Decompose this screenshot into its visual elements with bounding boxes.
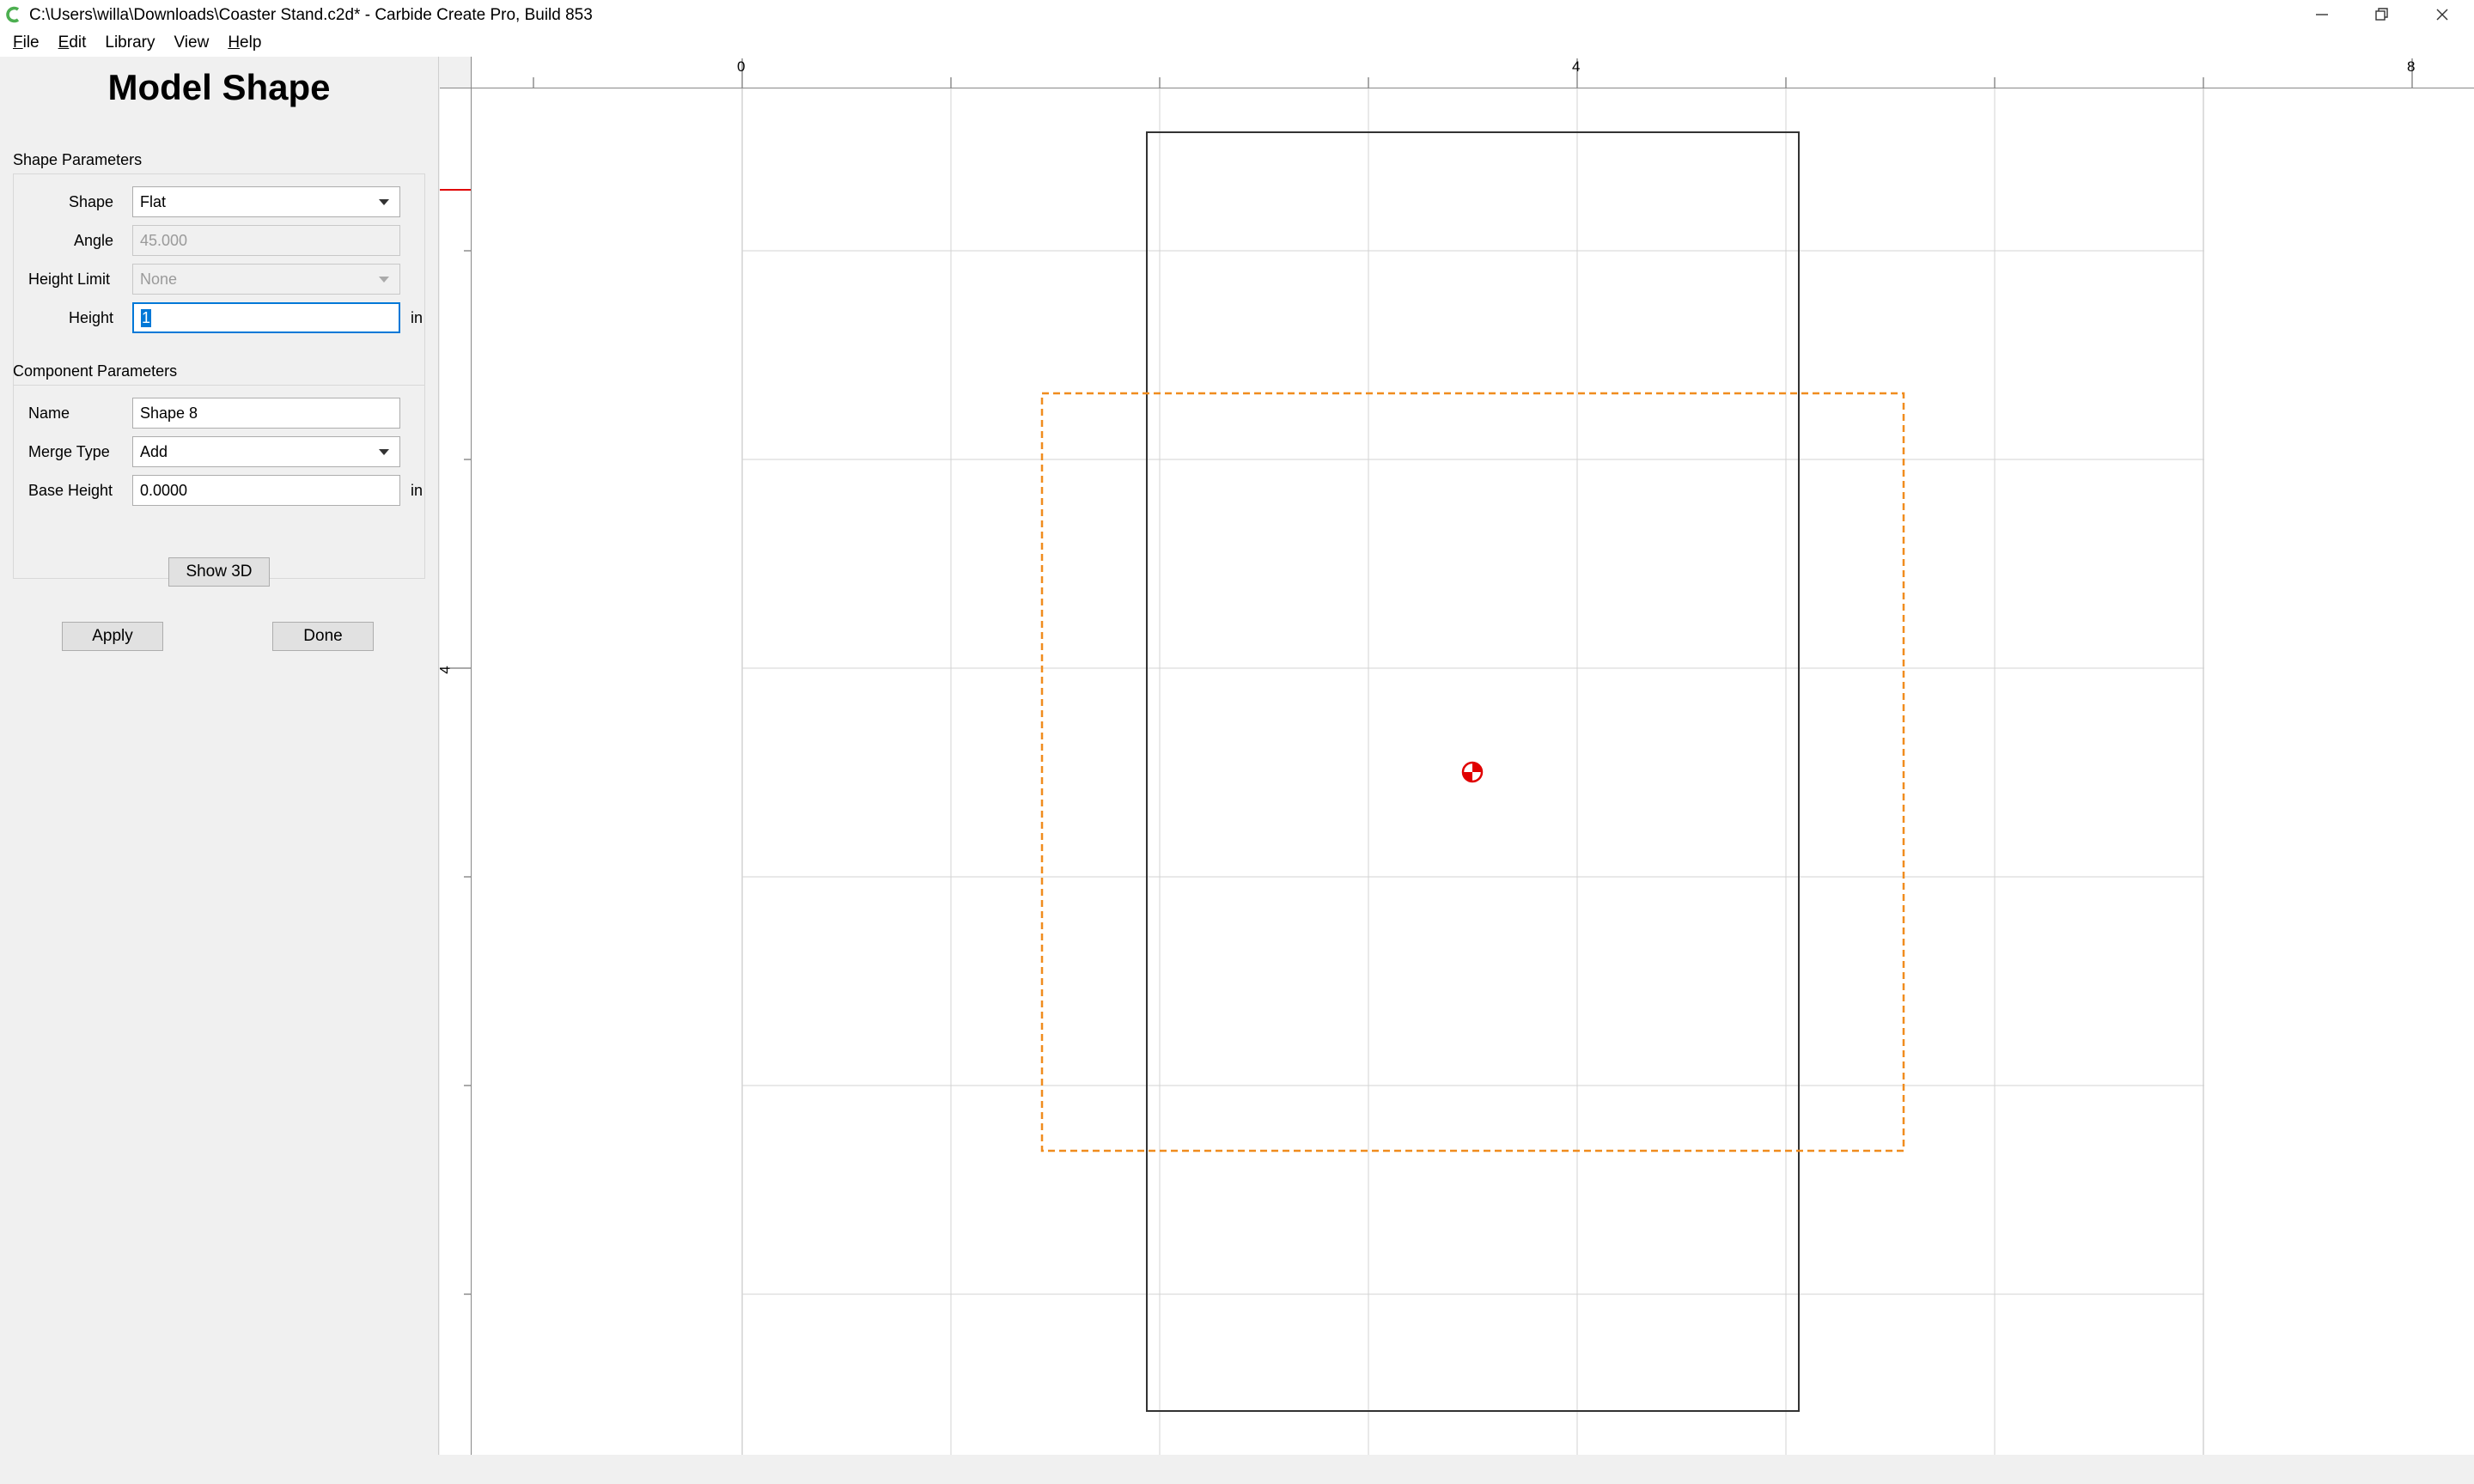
restore-button[interactable] bbox=[2352, 0, 2412, 29]
apply-button[interactable]: Apply bbox=[62, 622, 163, 651]
chevron-down-icon bbox=[379, 277, 389, 283]
menu-bar: File Edit Library View Help bbox=[0, 29, 2474, 57]
design-canvas[interactable]: 0 4 8 4 bbox=[436, 57, 2474, 1455]
carbide-create-app-icon bbox=[6, 6, 20, 23]
merge-type-label: Merge Type bbox=[28, 443, 110, 460]
restore-icon bbox=[2375, 8, 2388, 21]
canvas-drawing[interactable] bbox=[440, 57, 2474, 1455]
minimize-icon bbox=[2316, 14, 2328, 15]
component-parameters-label: Component Parameters bbox=[13, 362, 178, 380]
height-limit-value: None bbox=[140, 270, 178, 288]
base-height-value: 0.0000 bbox=[140, 481, 188, 499]
base-height-input[interactable]: 0.0000 bbox=[132, 475, 400, 506]
close-button[interactable] bbox=[2412, 0, 2472, 29]
origin-marker-icon[interactable] bbox=[1461, 761, 1484, 783]
chevron-down-icon bbox=[379, 449, 389, 455]
ruler-top-label-0: 0 bbox=[737, 58, 746, 75]
shape-parameters-label: Shape Parameters bbox=[13, 151, 143, 168]
ruler-left-label-4: 4 bbox=[436, 666, 454, 674]
angle-value: 45.000 bbox=[140, 231, 188, 249]
menu-help[interactable]: Help bbox=[220, 33, 269, 52]
show-3d-button[interactable]: Show 3D bbox=[168, 557, 270, 587]
name-label: Name bbox=[28, 404, 70, 422]
angle-label: Angle bbox=[73, 232, 113, 249]
menu-library[interactable]: Library bbox=[97, 33, 162, 52]
height-label: Height bbox=[68, 309, 113, 326]
ruler-corner bbox=[440, 57, 472, 88]
shape-value: Flat bbox=[140, 192, 167, 210]
ruler-top-label-4: 4 bbox=[1572, 58, 1581, 75]
height-value: 1 bbox=[141, 308, 152, 327]
height-input[interactable]: 1 bbox=[132, 302, 400, 333]
height-limit-select[interactable]: None bbox=[132, 264, 400, 295]
menu-view[interactable]: View bbox=[166, 33, 216, 52]
title-bar: C:\Users\willa\Downloads\Coaster Stand.c… bbox=[0, 0, 2474, 29]
base-height-label: Base Height bbox=[28, 482, 113, 499]
vertical-ruler-ticks bbox=[440, 189, 471, 1295]
base-height-unit: in bbox=[411, 482, 424, 499]
panel-title: Model Shape bbox=[107, 67, 331, 107]
done-button[interactable]: Done bbox=[272, 622, 374, 651]
shape-select[interactable]: Flat bbox=[132, 186, 400, 217]
name-input[interactable]: Shape 8 bbox=[132, 398, 400, 429]
window-title: C:\Users\willa\Downloads\Coaster Stand.c… bbox=[29, 6, 593, 24]
name-value: Shape 8 bbox=[140, 404, 198, 422]
chevron-down-icon bbox=[379, 199, 389, 205]
horizontal-ruler: 0 4 8 bbox=[440, 57, 2474, 88]
status-bar bbox=[0, 1455, 2474, 1484]
merge-type-value: Add bbox=[140, 442, 168, 460]
height-limit-label: Height Limit bbox=[28, 271, 111, 288]
merge-type-select[interactable]: Add bbox=[132, 436, 400, 467]
close-icon bbox=[2436, 9, 2448, 21]
ruler-top-label-8: 8 bbox=[2407, 58, 2416, 75]
height-unit: in bbox=[411, 309, 424, 326]
menu-edit[interactable]: Edit bbox=[51, 33, 94, 52]
vertical-ruler: 4 bbox=[436, 57, 472, 1455]
menu-file[interactable]: File bbox=[5, 33, 47, 52]
minimize-button[interactable] bbox=[2292, 0, 2352, 29]
component-parameters-group: Name Shape 8 Merge Type Add Base Height … bbox=[13, 385, 425, 579]
angle-input[interactable]: 45.000 bbox=[132, 225, 400, 256]
shape-label: Shape bbox=[68, 193, 113, 210]
model-shape-panel: Model Shape Shape Parameters Shape Flat … bbox=[0, 57, 439, 1455]
